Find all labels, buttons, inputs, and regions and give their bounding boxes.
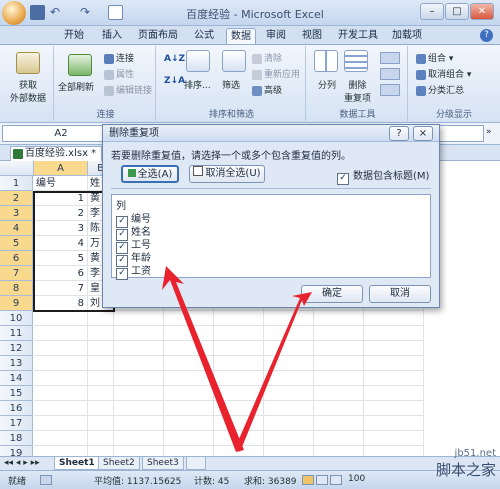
watermark: jb51.net 脚本之家 [436,448,496,480]
insert-sheet-tab[interactable] [186,457,206,470]
macro-record-icon[interactable] [40,475,52,485]
arrow-to-list [162,266,244,452]
status-ready: 就绪 [8,477,27,487]
sheet-tab-3[interactable]: Sheet3 [142,457,184,470]
page-break-view-icon[interactable] [330,475,342,485]
status-average: 平均值: 1137.15625 [94,477,182,487]
watermark-name: 脚本之家 [435,461,496,479]
sheet-nav-arrows[interactable]: ◂◂ ◂ ▸ ▸▸ [4,458,40,468]
normal-view-icon[interactable] [302,475,314,485]
watermark-site: jb51.net [454,448,496,459]
sheet-tab-2[interactable]: Sheet2 [98,457,140,470]
zoom-level[interactable]: 100 [348,474,365,484]
status-count: 计数: 45 [194,477,230,487]
status-sum: 求和: 36389 [244,477,297,487]
sheet-tab-bar: ◂◂ ◂ ▸ ▸▸ Sheet1 Sheet2 Sheet3 [0,456,500,470]
annotation-arrows [162,266,312,452]
status-bar: 就绪 平均值: 1137.15625 计数: 45 求和: 36389 100 [0,470,500,489]
page-layout-view-icon[interactable] [316,475,328,485]
arrow-to-ok [236,292,312,452]
sheet-tab-1[interactable]: Sheet1 [54,457,100,470]
